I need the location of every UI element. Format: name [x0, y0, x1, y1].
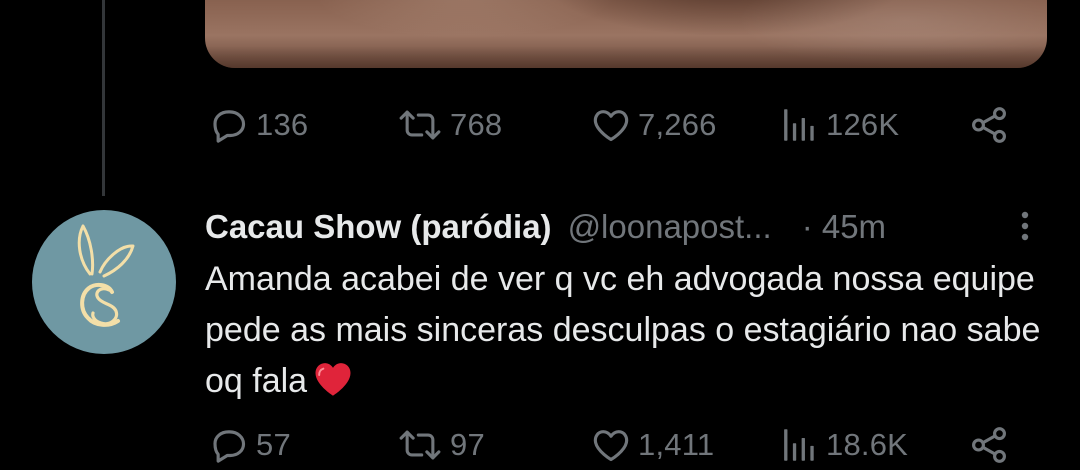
retweet-icon — [399, 430, 441, 460]
more-options-icon[interactable] — [1010, 206, 1040, 246]
views-chart-icon — [784, 109, 814, 141]
views-chart-icon — [784, 429, 814, 461]
reply-button[interactable]: 136 — [208, 100, 308, 150]
avatar[interactable] — [32, 210, 176, 354]
views-button[interactable]: 126K — [778, 100, 899, 150]
red-heart-emoji-icon — [315, 363, 351, 396]
tweet-header: Cacau Show (paródia) @loonapost... · 45m — [205, 204, 886, 250]
reply-count: 136 — [256, 107, 309, 142]
tweet-timestamp[interactable]: · 45m — [802, 208, 886, 246]
heart-icon — [593, 110, 629, 142]
retweet-icon — [399, 110, 441, 140]
reply-icon — [213, 430, 246, 463]
share-icon — [972, 427, 1006, 463]
heart-icon — [593, 430, 629, 462]
reply-count: 57 — [256, 427, 291, 462]
tweet-media-image[interactable] — [205, 0, 1047, 68]
bunny-cs-logo-icon — [77, 224, 135, 327]
share-icon — [972, 107, 1006, 143]
display-name[interactable]: Cacau Show (paródia) — [205, 208, 552, 246]
retweet-count: 768 — [450, 107, 503, 142]
like-count: 7,266 — [638, 107, 717, 142]
reply-icon — [213, 110, 246, 143]
like-button[interactable]: 7,266 — [590, 100, 717, 150]
tweet-actions-bar: 136 768 7,266 126K — [0, 100, 1080, 150]
tweet-text: Amanda acabei de ver q vc eh advogada no… — [205, 254, 1045, 407]
user-handle[interactable]: @loonapost... — [568, 208, 772, 246]
share-button[interactable] — [968, 100, 1010, 150]
views-count: 126K — [826, 107, 900, 142]
thread-connector-line — [102, 0, 105, 196]
retweet-count: 97 — [450, 427, 485, 462]
views-count: 18.6K — [826, 427, 909, 462]
like-count: 1,411 — [638, 427, 715, 462]
retweet-button[interactable]: 768 — [396, 100, 502, 150]
